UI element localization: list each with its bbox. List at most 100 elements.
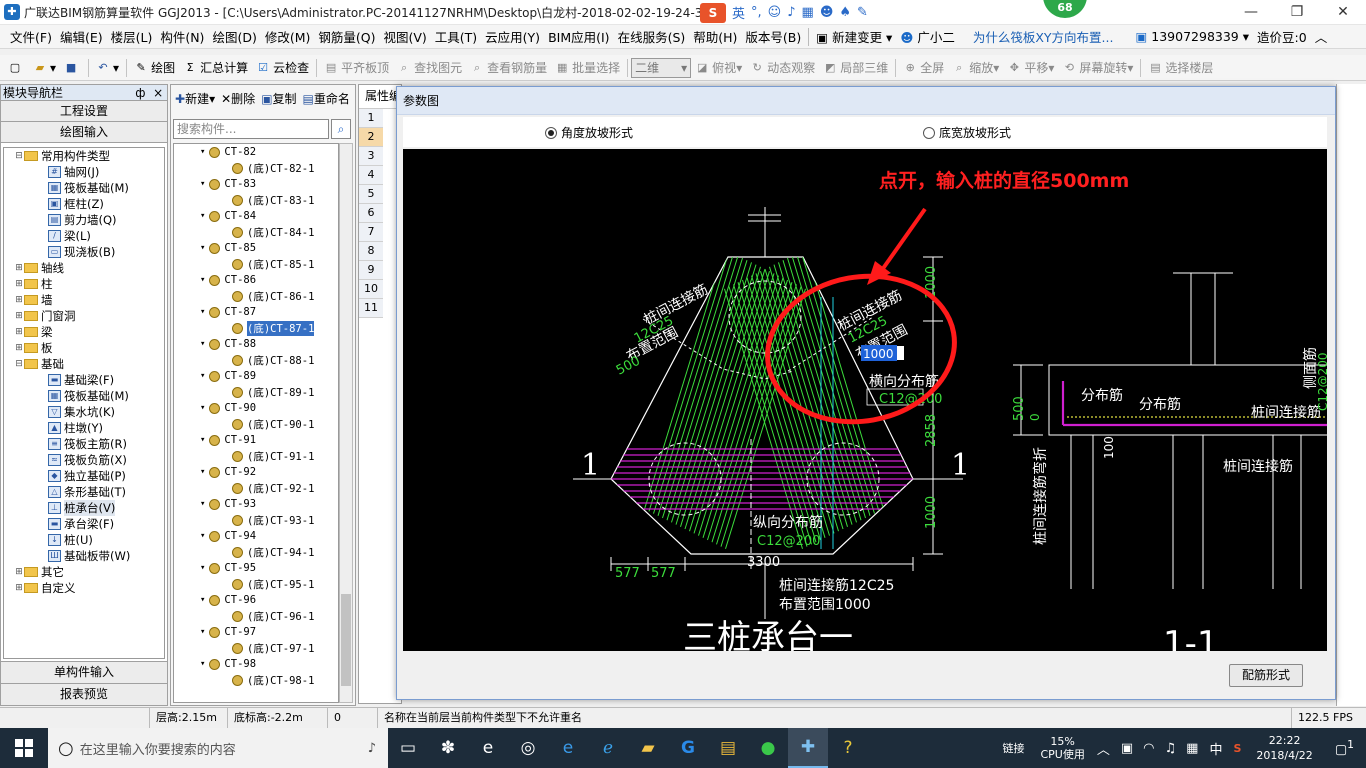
- component-group-row[interactable]: ▾ CT-82: [174, 144, 338, 160]
- find-element-button[interactable]: ⌕ 查找图元: [393, 59, 466, 76]
- collapse-node-icon[interactable]: ▾: [200, 627, 205, 637]
- network-adapter-icon[interactable]: ▣: [1116, 741, 1138, 756]
- menu-modify[interactable]: 修改(M): [261, 27, 315, 46]
- restore-button[interactable]: ❐: [1274, 0, 1320, 25]
- glodon-g-icon[interactable]: G: [668, 728, 708, 768]
- menu-draw[interactable]: 绘图(D): [208, 27, 260, 46]
- menu-help[interactable]: 帮助(H): [689, 27, 741, 46]
- component-row[interactable]: (底)CT-96-1: [174, 608, 338, 624]
- property-row-number[interactable]: 9: [359, 261, 383, 280]
- menu-floor[interactable]: 楼层(L): [107, 27, 157, 46]
- collapse-node-icon[interactable]: ▾: [200, 499, 205, 509]
- punct-icon[interactable]: °,: [751, 5, 762, 20]
- property-row-number[interactable]: 7: [359, 223, 383, 242]
- component-group-row[interactable]: ▾ CT-89: [174, 368, 338, 384]
- pinwheel-app-icon[interactable]: ✽: [428, 728, 468, 768]
- tree-folder[interactable]: ⊞ 自定义: [4, 580, 164, 596]
- tree-component-item[interactable]: ▲ 柱墩(Y): [4, 420, 164, 436]
- tree-component-item[interactable]: ⊥ 桩承台(V): [4, 500, 164, 516]
- expand-node-icon[interactable]: ⊞: [14, 327, 24, 337]
- tray-chevron-icon[interactable]: ︿: [1091, 739, 1116, 758]
- tree-component-item[interactable]: ≡ 筏板主筋(R): [4, 436, 164, 452]
- property-row-number[interactable]: 6: [359, 204, 383, 223]
- component-group-row[interactable]: ▾ CT-97: [174, 624, 338, 640]
- component-row[interactable]: (底)CT-87-1: [174, 320, 338, 336]
- report-preview-button[interactable]: 报表预览: [1, 683, 167, 705]
- property-row-number[interactable]: 8: [359, 242, 383, 261]
- collapse-node-icon[interactable]: ▾: [200, 211, 205, 221]
- property-row-number[interactable]: 10: [359, 280, 383, 299]
- component-group-row[interactable]: ▾ CT-92: [174, 464, 338, 480]
- cloud-check-button[interactable]: ☑ 云检查: [252, 59, 313, 76]
- component-group-row[interactable]: ▾ CT-96: [174, 592, 338, 608]
- collapse-node-icon[interactable]: ▾: [200, 147, 205, 157]
- tree-folder[interactable]: ⊟ 基础: [4, 356, 164, 372]
- save-button[interactable]: ■: [60, 61, 85, 75]
- component-row[interactable]: (底)CT-97-1: [174, 640, 338, 656]
- taskbar-search-input[interactable]: ○ 在这里输入你要搜索的内容 ♪: [48, 728, 388, 768]
- mic-icon[interactable]: ♪: [368, 741, 376, 756]
- tree-folder[interactable]: ⊞ 梁: [4, 324, 164, 340]
- task-view-icon[interactable]: ▭: [388, 728, 428, 768]
- component-row[interactable]: (底)CT-95-1: [174, 576, 338, 592]
- tree-component-item[interactable]: / 梁(L): [4, 228, 164, 244]
- sogou-tray-icon[interactable]: S: [1228, 742, 1246, 755]
- collapse-node-icon[interactable]: ▾: [200, 179, 205, 189]
- expand-node-icon[interactable]: ⊞: [14, 279, 24, 289]
- close-button[interactable]: ✕: [1320, 0, 1366, 25]
- component-group-row[interactable]: ▾ CT-83: [174, 176, 338, 192]
- green-app-icon[interactable]: ●: [748, 728, 788, 768]
- tree-folder[interactable]: ⊞ 板: [4, 340, 164, 356]
- tree-folder[interactable]: ⊞ 其它: [4, 564, 164, 580]
- emoji-icon[interactable]: ☺: [768, 5, 782, 20]
- rename-component-button[interactable]: ▤重命名: [303, 90, 350, 107]
- price-beans[interactable]: 造价豆:0: [1253, 27, 1311, 46]
- expand-node-icon[interactable]: ⊞: [14, 295, 24, 305]
- ime-mode[interactable]: 英: [732, 3, 745, 22]
- swirl-app-icon[interactable]: ◎: [508, 728, 548, 768]
- delete-component-button[interactable]: ✕删除: [221, 90, 255, 107]
- menu-online[interactable]: 在线服务(S): [614, 27, 690, 46]
- component-group-row[interactable]: ▾ CT-91: [174, 432, 338, 448]
- collapse-node-icon[interactable]: ▾: [200, 243, 205, 253]
- menu-rebar[interactable]: 钢筋量(Q): [314, 27, 379, 46]
- collapse-node-icon[interactable]: ▾: [200, 659, 205, 669]
- expand-node-icon[interactable]: ⊞: [14, 311, 24, 321]
- menu-file[interactable]: 文件(F): [6, 27, 56, 46]
- notification-icon[interactable]: ▢1: [1323, 738, 1366, 757]
- close-icon[interactable]: ×: [153, 86, 163, 100]
- tree-folder[interactable]: ⊞ 轴线: [4, 260, 164, 276]
- collapse-node-icon[interactable]: ▾: [200, 371, 205, 381]
- new-component-button[interactable]: ✚新建▾: [175, 90, 215, 107]
- component-group-row[interactable]: ▾ CT-93: [174, 496, 338, 512]
- minimize-button[interactable]: —: [1228, 0, 1274, 25]
- sogou-icon[interactable]: S: [700, 2, 726, 23]
- open-file-button[interactable]: ▰ ▾: [29, 61, 60, 75]
- tree-folder[interactable]: ⊞ 门窗洞: [4, 308, 164, 324]
- expand-node-icon[interactable]: ⊞: [14, 343, 24, 353]
- component-group-row[interactable]: ▾ CT-86: [174, 272, 338, 288]
- draw-button[interactable]: ✎ 绘图: [130, 59, 179, 76]
- account[interactable]: ▣ 13907298339 ▾: [1131, 29, 1253, 44]
- collapse-node-icon[interactable]: ▾: [200, 467, 205, 477]
- notepad-app-icon[interactable]: ▤: [708, 728, 748, 768]
- component-row[interactable]: (底)CT-92-1: [174, 480, 338, 496]
- collapse-node-icon[interactable]: ▾: [200, 435, 205, 445]
- expand-node-icon[interactable]: ⊞: [14, 583, 24, 593]
- collapse-node-icon[interactable]: ⊟: [14, 151, 24, 161]
- tree-component-item[interactable]: ▦ 筏板基础(M): [4, 180, 164, 196]
- component-group-row[interactable]: ▾ CT-88: [174, 336, 338, 352]
- component-group-row[interactable]: ▾ CT-84: [174, 208, 338, 224]
- property-row-number[interactable]: 1: [359, 109, 383, 128]
- component-group-row[interactable]: ▾ CT-95: [174, 560, 338, 576]
- keyboard-icon[interactable]: ▦: [802, 5, 814, 20]
- component-group-row[interactable]: ▾ CT-90: [174, 400, 338, 416]
- component-row[interactable]: (底)CT-83-1: [174, 192, 338, 208]
- cpu-meter[interactable]: 15% CPU使用: [1034, 735, 1090, 761]
- component-row[interactable]: (底)CT-89-1: [174, 384, 338, 400]
- shirt-icon[interactable]: ♠: [839, 5, 851, 20]
- tree-folder[interactable]: ⊞ 柱: [4, 276, 164, 292]
- collapse-node-icon[interactable]: ▾: [200, 275, 205, 285]
- collapse-node-icon[interactable]: ▾: [200, 307, 205, 317]
- property-row-number[interactable]: 2: [359, 128, 383, 147]
